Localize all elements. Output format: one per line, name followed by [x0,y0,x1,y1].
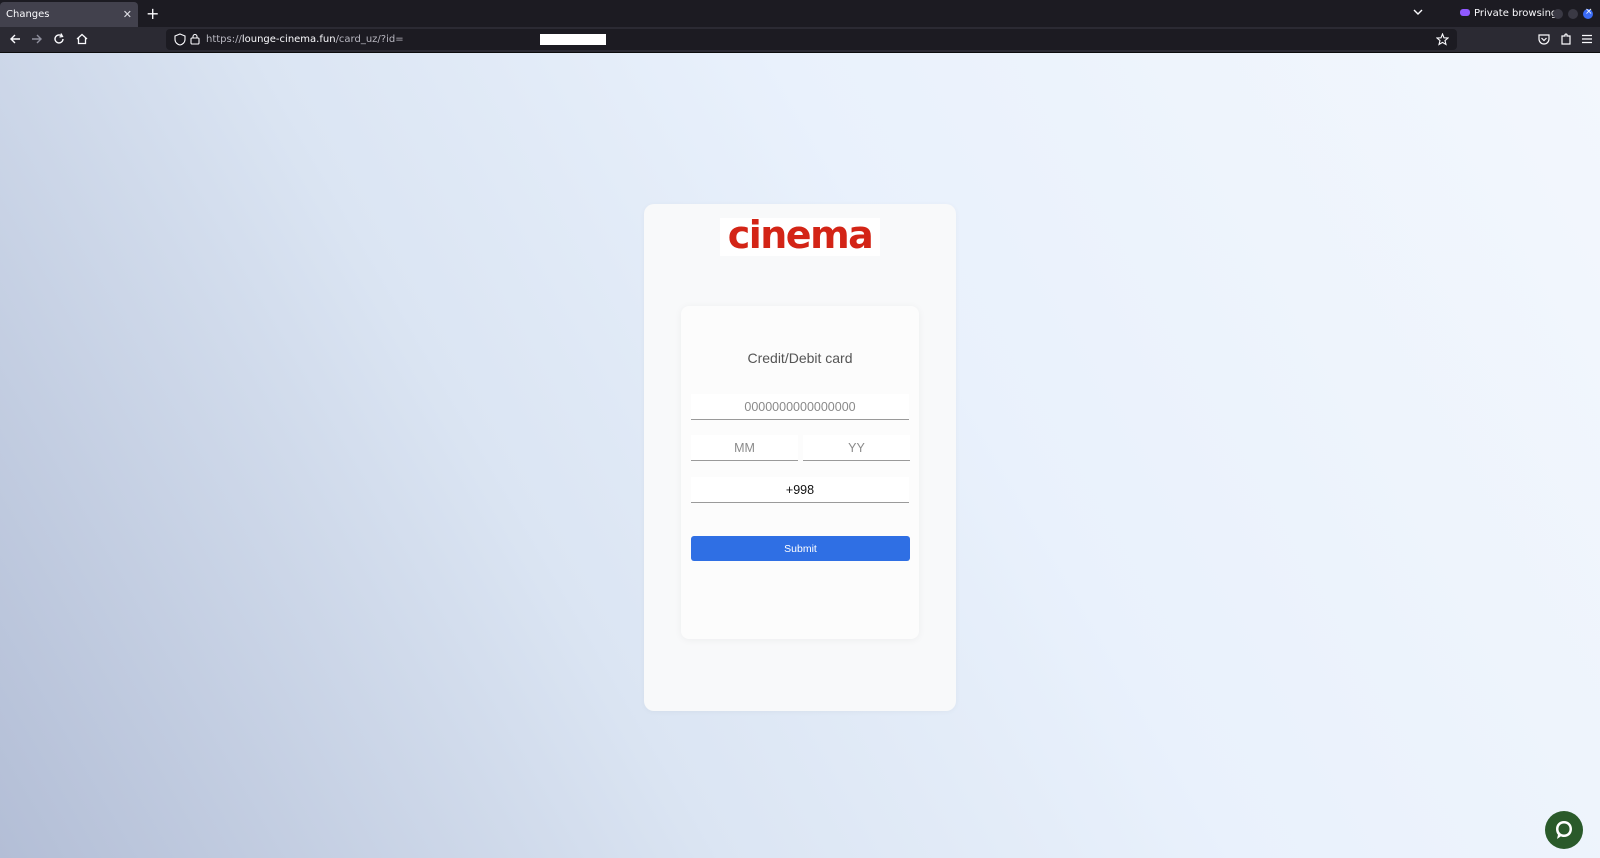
phone-input[interactable] [691,477,909,503]
close-icon[interactable]: ✕ [123,2,132,27]
chat-icon [1556,821,1572,839]
url-path: /card_uz/?id= [335,34,404,45]
plus-icon[interactable]: + [146,3,159,25]
url-redaction [540,34,606,45]
expiry-month-input[interactable] [691,435,798,461]
form-title: Credit/Debit card [747,350,853,366]
private-browsing-indicator: Private browsing [1460,0,1557,27]
url-host: lounge-cinema.fun [241,34,336,45]
nav-bar: https://lounge-cinema.fun/card_uz/?id= [0,27,1600,53]
maximize-button[interactable] [1568,9,1578,19]
back-icon[interactable] [8,32,22,46]
page-content: cinema Credit/Debit card Submit [0,53,1600,858]
private-mask-icon [1460,8,1470,16]
tab-active[interactable]: Changes ✕ [0,2,138,27]
shield-icon[interactable] [174,33,186,46]
chat-button[interactable] [1545,811,1583,849]
cinema-logo: cinema [720,213,880,257]
reload-icon[interactable] [52,32,66,46]
tab-title: Changes [6,9,50,20]
private-label: Private browsing [1474,8,1558,19]
chevron-down-icon[interactable] [1411,5,1425,19]
star-icon[interactable] [1436,33,1449,46]
menu-icon[interactable] [1580,32,1594,46]
url-bar[interactable]: https://lounge-cinema.fun/card_uz/?id= [166,29,1457,50]
pocket-icon[interactable] [1537,32,1551,46]
extensions-icon[interactable] [1559,32,1573,46]
expiry-year-input[interactable] [803,435,910,461]
logo-text: cinema [727,213,874,257]
card-number-input[interactable] [691,394,909,420]
submit-button[interactable]: Submit [691,536,910,561]
forward-icon[interactable] [30,32,44,46]
tab-bar: Changes ✕ + Private browsing [0,0,1600,27]
url-prefix: https:// [206,34,242,45]
window-close-button[interactable] [1583,7,1593,19]
home-icon[interactable] [75,32,89,46]
url-text: https://lounge-cinema.fun/card_uz/?id= [206,29,404,50]
minimize-button[interactable] [1553,9,1563,19]
lock-icon[interactable] [190,33,200,45]
